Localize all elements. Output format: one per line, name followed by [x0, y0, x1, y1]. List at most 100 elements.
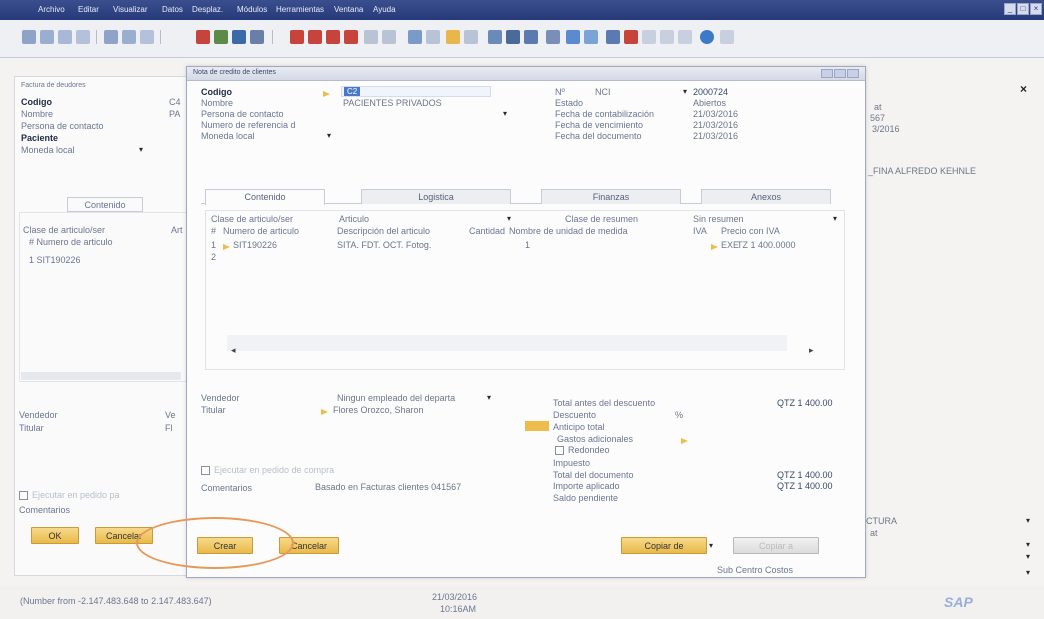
chart-icon[interactable] — [624, 30, 638, 44]
first-icon[interactable] — [290, 30, 304, 44]
moneda-dropdown[interactable]: ▾ — [327, 131, 331, 140]
alert-icon[interactable] — [660, 30, 674, 44]
table-row[interactable]: 1 SIT190226 SITA. FDT. OCT. Fotog. 1 EXE… — [207, 240, 827, 251]
dialog-close-icon[interactable] — [847, 69, 859, 78]
horizontal-scrollbar[interactable] — [227, 335, 787, 351]
menu-modulos[interactable]: Módulos — [237, 5, 267, 14]
journal-icon[interactable] — [446, 30, 460, 44]
bg-right-dropdown-1[interactable]: ▾ — [1026, 516, 1030, 525]
bg-right-dropdown-3[interactable]: ▾ — [1026, 552, 1030, 561]
clase-resumen-dropdown[interactable]: ▾ — [833, 214, 837, 223]
scroll-right-icon[interactable]: ▸ — [809, 345, 814, 356]
previous-icon[interactable] — [308, 30, 322, 44]
bg-right-dropdown-2[interactable]: ▾ — [1026, 540, 1030, 549]
print-icon[interactable] — [40, 30, 54, 44]
vendedor-value[interactable]: Ningun empleado del departa — [337, 393, 455, 403]
menu-datos[interactable]: Datos — [162, 5, 183, 14]
codigo-field[interactable]: C2 — [341, 86, 491, 97]
bg-moneda-dropdown[interactable]: ▾ — [139, 145, 143, 154]
doc-number-value[interactable]: 2000724 — [693, 87, 728, 97]
find-icon[interactable] — [214, 30, 228, 44]
descuento-value[interactable]: % — [675, 410, 683, 420]
bg-value-vendedor[interactable]: Ve — [165, 410, 176, 420]
pdf-icon[interactable] — [140, 30, 154, 44]
form-settings-icon[interactable] — [524, 30, 538, 44]
menu-ventana[interactable]: Ventana — [334, 5, 363, 14]
iva-link-arrow-icon[interactable] — [711, 242, 718, 252]
tab-finanzas[interactable]: Finanzas — [541, 189, 681, 204]
bg-ok-button[interactable]: OK — [31, 527, 79, 544]
last-icon[interactable] — [344, 30, 358, 44]
menu-ayuda[interactable]: Ayuda — [373, 5, 396, 14]
scroll-left-icon[interactable]: ◂ — [231, 345, 236, 356]
maximize-icon[interactable]: □ — [1017, 3, 1029, 15]
email-icon[interactable] — [58, 30, 72, 44]
minimize-icon[interactable]: _ — [1004, 3, 1016, 15]
copiar-de-dropdown[interactable]: ▾ — [709, 541, 713, 550]
settings-icon[interactable] — [584, 30, 598, 44]
fecha-contabilizacion-value[interactable]: 21/03/2016 — [693, 109, 738, 119]
titular-value[interactable]: Flores Orozco, Sharon — [333, 405, 424, 415]
titular-link-arrow-icon[interactable] — [321, 407, 328, 417]
nombre-value[interactable]: PACIENTES PRIVADOS — [343, 98, 442, 108]
contacto-dropdown[interactable]: ▾ — [503, 109, 507, 118]
close-icon[interactable]: × — [1030, 3, 1042, 15]
calendar-icon[interactable] — [606, 30, 620, 44]
gastos-link-arrow-icon[interactable] — [681, 436, 688, 446]
gross-profit-icon[interactable] — [488, 30, 502, 44]
codigo-link-arrow-icon[interactable] — [323, 89, 330, 99]
binoculars-icon[interactable] — [250, 30, 264, 44]
serie-dropdown[interactable]: ▾ — [683, 87, 687, 96]
first-record-icon[interactable] — [196, 30, 210, 44]
help-icon[interactable] — [678, 30, 692, 44]
bg-scrollbar[interactable] — [21, 372, 181, 380]
vendedor-dropdown[interactable]: ▾ — [487, 393, 491, 402]
clase-articulo-dropdown[interactable]: ▾ — [507, 214, 511, 223]
sms-icon[interactable] — [76, 30, 90, 44]
more-icon[interactable] — [720, 30, 734, 44]
table-row[interactable]: 2 — [207, 252, 827, 263]
tab-contenido[interactable]: Contenido — [205, 189, 325, 205]
sort-icon[interactable] — [382, 30, 396, 44]
clase-resumen-value[interactable]: Sin resumen — [693, 214, 744, 224]
menu-herramientas[interactable]: Herramientas — [276, 5, 324, 14]
menu-archivo[interactable]: Archivo — [38, 5, 65, 14]
fecha-documento-value[interactable]: 21/03/2016 — [693, 131, 738, 141]
copiar-de-button[interactable]: Copiar de — [621, 537, 707, 554]
bg-value-codigo[interactable]: C4 — [169, 97, 181, 107]
menu-desplazarse[interactable]: Desplaz. — [192, 5, 223, 14]
print-preview-icon[interactable] — [22, 30, 36, 44]
dialog-minimize-icon[interactable] — [821, 69, 833, 78]
copiar-a-button[interactable]: Copiar a — [733, 537, 819, 554]
next-icon[interactable] — [326, 30, 340, 44]
dialog-maximize-icon[interactable] — [834, 69, 846, 78]
serie-value[interactable]: NCI — [595, 87, 611, 97]
menu-visualizar[interactable]: Visualizar — [113, 5, 148, 14]
layout-icon[interactable] — [566, 30, 580, 44]
excel-icon[interactable] — [104, 30, 118, 44]
bg-row-1[interactable]: 1 SIT190226 — [29, 255, 81, 265]
fecha-vencimiento-value[interactable]: 21/03/2016 — [693, 120, 738, 130]
edit-icon[interactable] — [546, 30, 560, 44]
menu-editar[interactable]: Editar — [78, 5, 99, 14]
ejecutar-checkbox[interactable] — [201, 465, 210, 475]
tab-logistica[interactable]: Logistica — [361, 189, 511, 204]
info-icon[interactable] — [700, 30, 714, 44]
tab-anexos[interactable]: Anexos — [701, 189, 831, 204]
bg-value-titular[interactable]: Fl — [165, 423, 173, 433]
filter-icon[interactable] — [364, 30, 378, 44]
volume-icon[interactable] — [506, 30, 520, 44]
message-icon[interactable] — [642, 30, 656, 44]
bg-right-dropdown-4[interactable]: ▾ — [1026, 568, 1030, 577]
target-document-icon[interactable] — [426, 30, 440, 44]
bg-value-nombre[interactable]: PA — [169, 109, 180, 119]
redondeo-checkbox[interactable] — [555, 445, 564, 455]
bg-ejecutar-checkbox[interactable] — [19, 490, 28, 500]
bg-close-icon[interactable]: × — [1020, 82, 1027, 96]
payment-icon[interactable] — [464, 30, 478, 44]
bg-tab-contenido[interactable]: Contenido — [67, 197, 143, 212]
base-document-icon[interactable] — [408, 30, 422, 44]
add-icon[interactable] — [232, 30, 246, 44]
item-link-arrow-icon[interactable] — [223, 242, 230, 252]
comentarios-value[interactable]: Basado en Facturas clientes 041567 — [315, 483, 495, 492]
